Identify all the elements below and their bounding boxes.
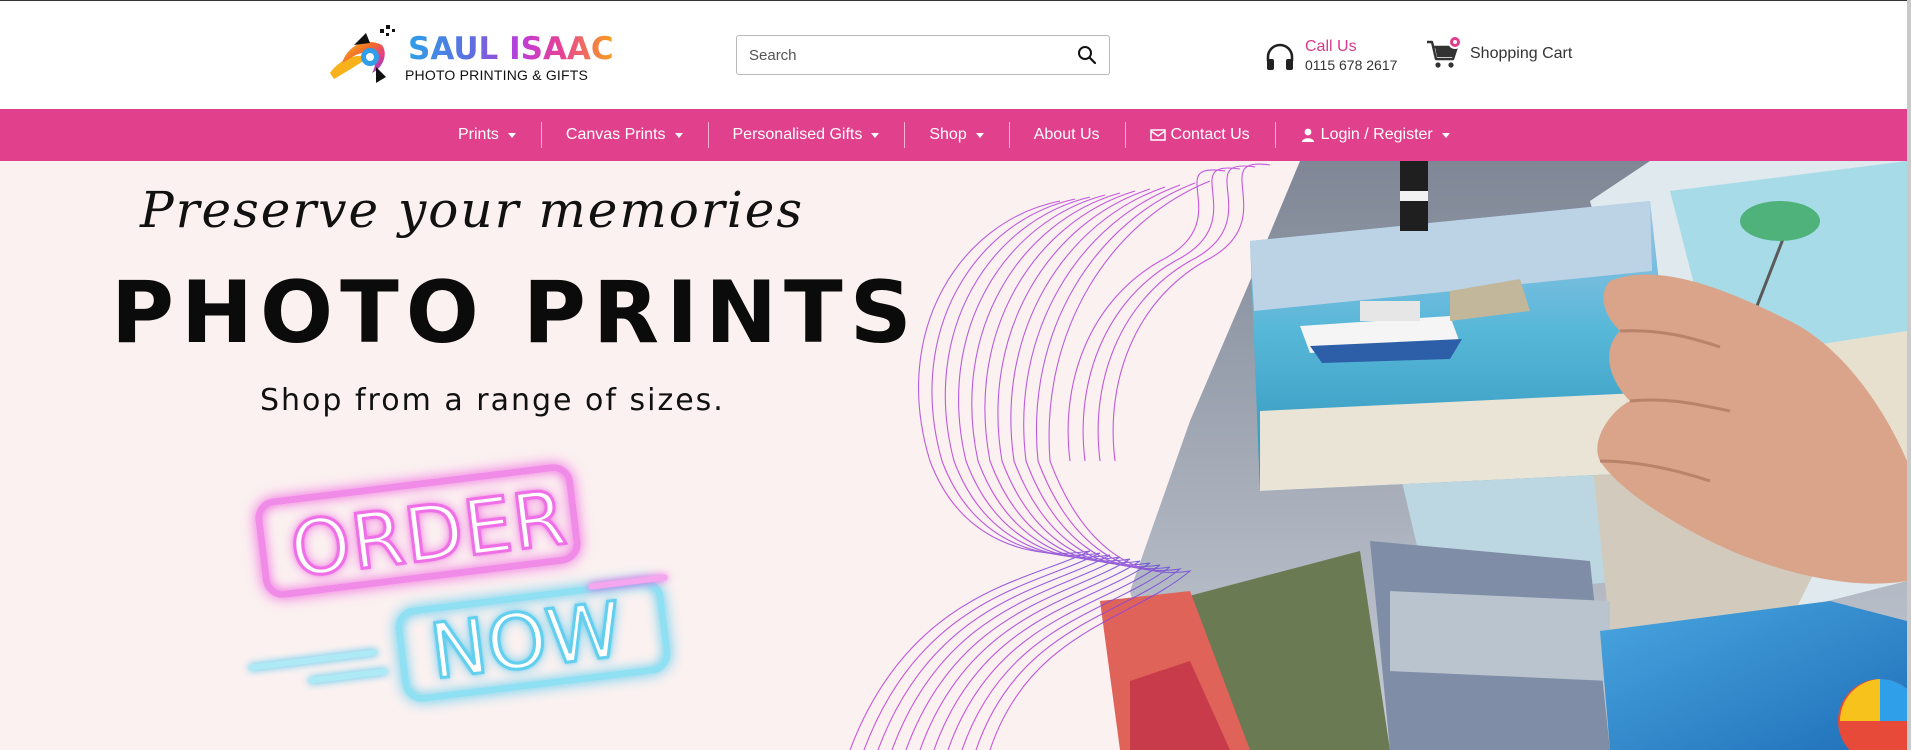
hero-photo-collage (849, 161, 1907, 750)
envelope-icon (1149, 129, 1166, 141)
call-us-label: Call Us (1305, 38, 1357, 55)
hero-subtitle: Shop from a range of sizes. (260, 383, 725, 418)
hero-script-heading: Preserve your memories (140, 181, 805, 239)
search-icon[interactable] (1071, 40, 1103, 70)
page-scrollbar[interactable] (1907, 0, 1911, 750)
main-nav: Prints Canvas Prints Personalised Gifts … (0, 109, 1907, 161)
nav-item-login-register[interactable]: Login / Register (1274, 109, 1475, 161)
logo-swirl-icon (330, 25, 395, 83)
neon-line (248, 649, 378, 671)
nav-item-about-us[interactable]: About Us (1008, 109, 1125, 161)
logo-tagline: PHOTO PRINTING & GIFTS (405, 67, 589, 83)
order-now-button[interactable]: ORDER NOW (248, 461, 688, 721)
neon-line (307, 668, 389, 684)
hero-banner[interactable]: Preserve your memories PHOTO PRINTS Shop… (0, 161, 1907, 750)
nav-item-prints[interactable]: Prints (433, 109, 541, 161)
nav-item-personalised-gifts[interactable]: Personalised Gifts (707, 109, 905, 161)
nav-item-label: Personalised Gifts (732, 126, 863, 143)
caret-down-icon (674, 132, 683, 138)
nav-item-shop[interactable]: Shop (904, 109, 1008, 161)
headset-icon (1266, 43, 1294, 70)
nav-item-label: About Us (1033, 126, 1100, 143)
search-box (736, 35, 1110, 75)
shopping-cart-label: Shopping Cart (1470, 45, 1573, 62)
shopping-cart-link[interactable]: Shopping Cart (1426, 35, 1586, 75)
user-icon (1301, 128, 1314, 142)
logo-title: SAUL ISAAC (408, 31, 614, 67)
site-logo[interactable]: SAUL ISAAC PHOTO PRINTING & GIFTS (326, 23, 614, 87)
call-us[interactable]: Call Us 0115 678 2617 (1264, 37, 1404, 77)
nav-item-contact-us[interactable]: Contact Us (1124, 109, 1275, 161)
nav-item-label: Shop (929, 126, 967, 143)
caret-down-icon (871, 132, 880, 138)
search-input[interactable] (737, 36, 1067, 74)
nav-item-label: Login / Register (1320, 126, 1433, 143)
nav-item-canvas-prints[interactable]: Canvas Prints (540, 109, 708, 161)
nav-item-label: Canvas Prints (565, 126, 666, 143)
phone-number: 0115 678 2617 (1305, 57, 1398, 73)
caret-down-icon (975, 132, 984, 138)
caret-down-icon (1441, 132, 1450, 138)
hero-title: PHOTO PRINTS (111, 263, 919, 363)
caret-down-icon (507, 132, 516, 138)
nav-item-label: Prints (458, 126, 499, 143)
nav-item-label: Contact Us (1170, 126, 1250, 143)
site-header: SAUL ISAAC PHOTO PRINTING & GIFTS Call U… (0, 0, 1911, 109)
cart-badge (1448, 35, 1462, 49)
